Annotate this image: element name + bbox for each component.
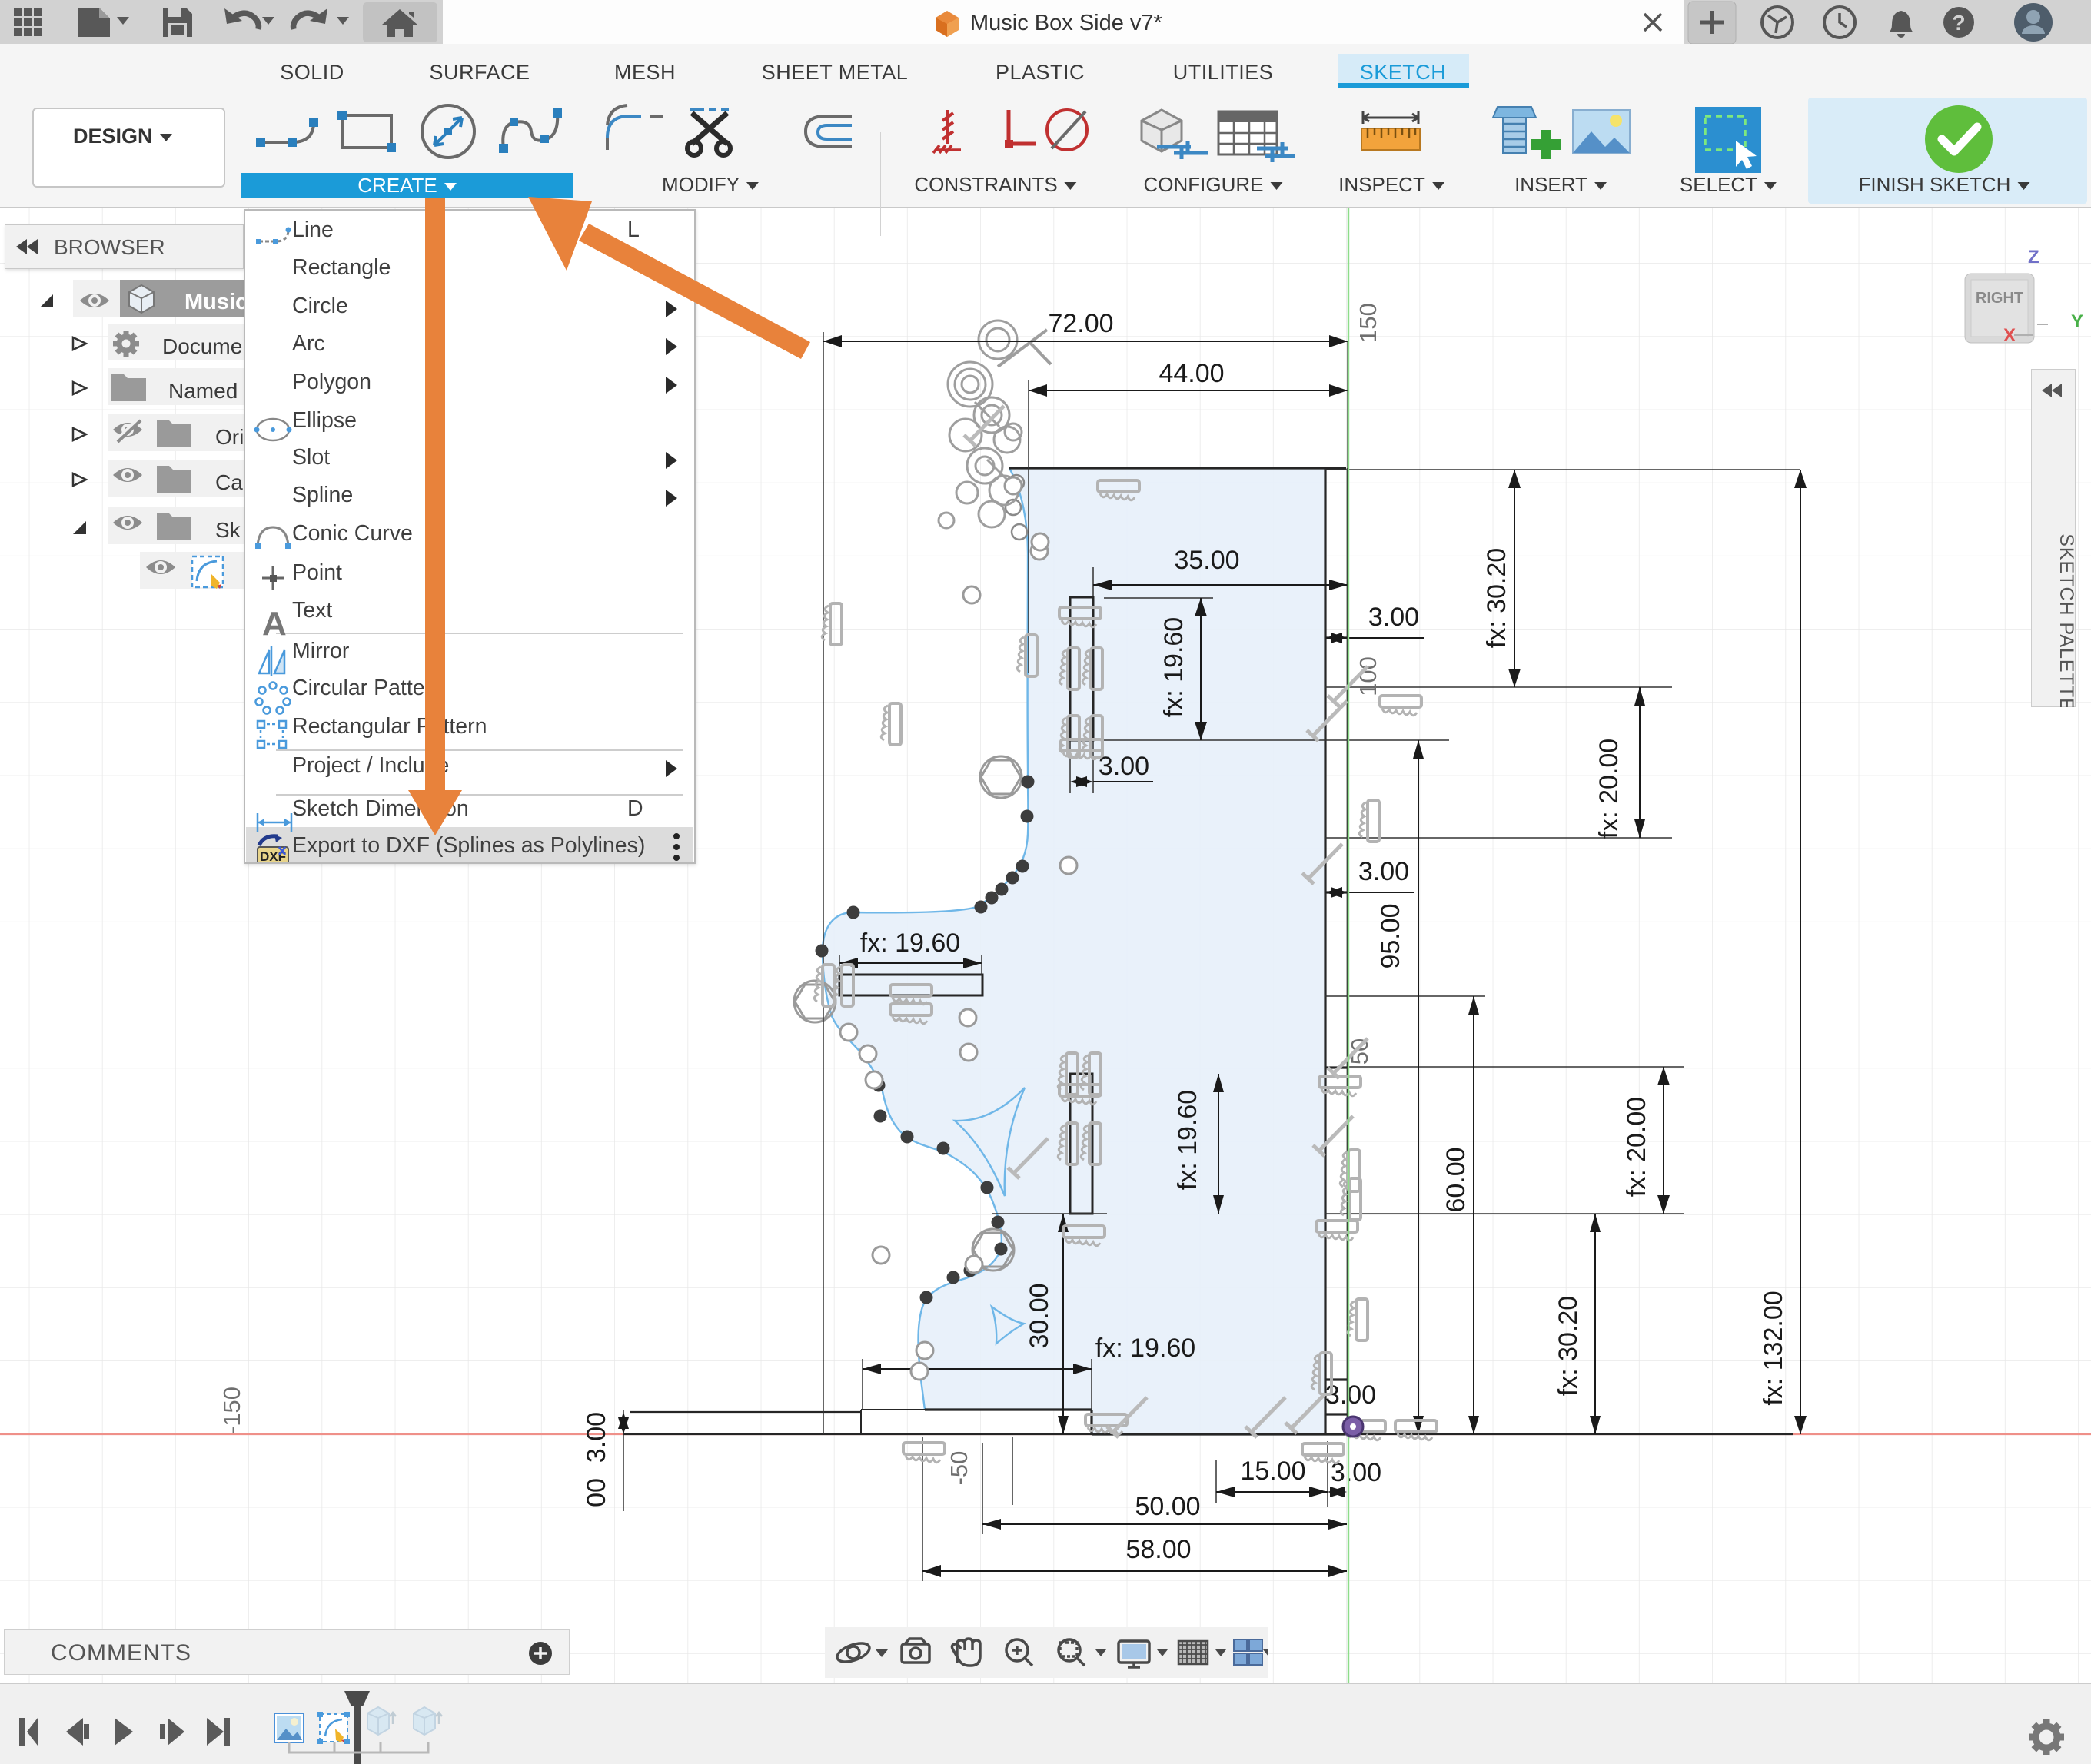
svg-text:RIGHT: RIGHT <box>1976 290 2023 307</box>
svg-text:A: A <box>262 605 287 643</box>
svg-text:95.00: 95.00 <box>1376 903 1405 968</box>
svg-text:15.00: 15.00 <box>1240 1457 1305 1486</box>
svg-text:30.00: 30.00 <box>1025 1283 1054 1348</box>
svg-text:fx: 19.60: fx: 19.60 <box>1095 1334 1195 1363</box>
svg-text:fx: 20.00: fx: 20.00 <box>1594 739 1624 839</box>
svg-text:-150: -150 <box>218 1387 245 1434</box>
svg-text:Music: Music <box>184 290 246 314</box>
svg-text:fx: 132.00: fx: 132.00 <box>1759 1291 1788 1405</box>
svg-text:58.00: 58.00 <box>1125 1535 1191 1564</box>
svg-text:BROWSER: BROWSER <box>54 235 165 259</box>
svg-text:3.00: 3.00 <box>1099 752 1149 781</box>
svg-text:?: ? <box>1952 11 1965 35</box>
svg-text:Ca: Ca <box>215 470 243 494</box>
svg-text:3.00: 3.00 <box>1358 857 1409 886</box>
svg-text:3.00: 3.00 <box>1368 603 1419 632</box>
svg-text:Z: Z <box>2028 247 2039 267</box>
svg-text:50: 50 <box>1346 1038 1373 1065</box>
svg-text:Sk: Sk <box>215 518 241 542</box>
svg-text:fx: 19.60: fx: 19.60 <box>860 929 960 958</box>
svg-text:fx: 19.60: fx: 19.60 <box>1159 617 1188 717</box>
svg-text:Docume: Docume <box>162 334 242 358</box>
svg-text:SKETCH PALETTE: SKETCH PALETTE <box>2056 533 2076 707</box>
svg-text:44.00: 44.00 <box>1159 359 1224 388</box>
svg-text:150: 150 <box>1355 303 1381 343</box>
svg-text:X: X <box>2003 325 2016 346</box>
svg-text:50.00: 50.00 <box>1135 1492 1200 1521</box>
svg-text:72.00: 72.00 <box>1048 309 1113 338</box>
svg-text:fx: 30.20: fx: 30.20 <box>1554 1296 1583 1396</box>
svg-text:35.00: 35.00 <box>1174 546 1239 575</box>
svg-text:00: 00 <box>582 1478 611 1507</box>
svg-text:-50: -50 <box>946 1451 972 1486</box>
svg-text:Music Box Side v7*: Music Box Side v7* <box>970 11 1162 35</box>
svg-text:fx: 20.00: fx: 20.00 <box>1622 1097 1651 1197</box>
svg-text:Y: Y <box>2071 311 2083 332</box>
svg-text:fx: 19.60: fx: 19.60 <box>1173 1090 1202 1190</box>
svg-text:3.00: 3.00 <box>582 1412 611 1463</box>
svg-text:60.00: 60.00 <box>1441 1147 1471 1212</box>
svg-text:Ori: Ori <box>215 425 244 449</box>
svg-text:Named: Named <box>168 379 238 403</box>
svg-text:fx: 30.20: fx: 30.20 <box>1482 548 1511 648</box>
